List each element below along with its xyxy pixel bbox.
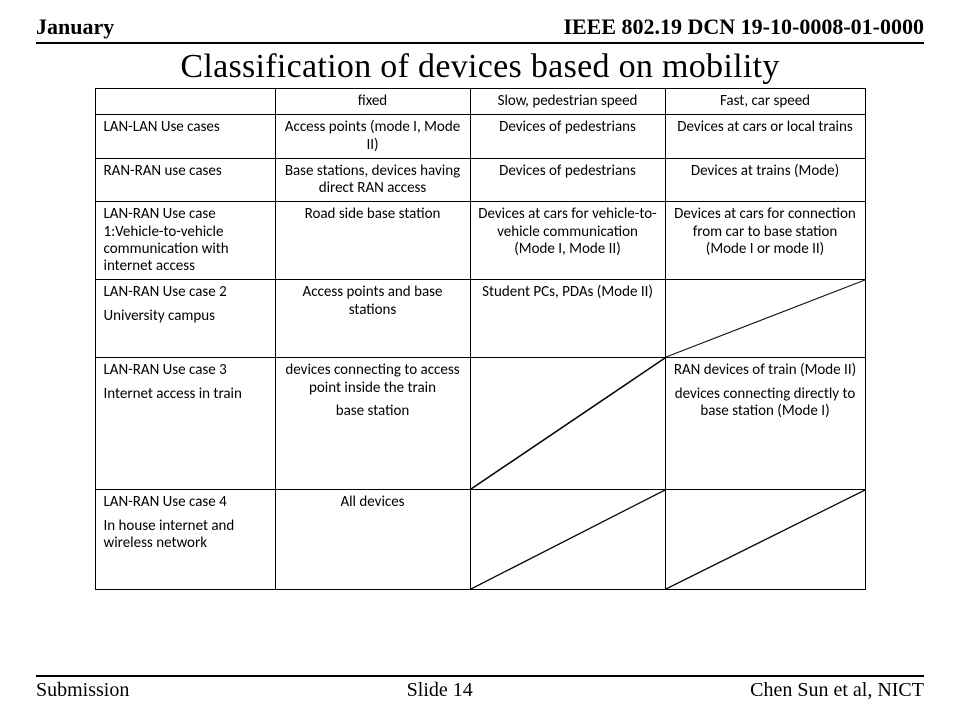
diagonal-slash-icon (471, 358, 665, 489)
table-row: LAN-RAN Use case 3 Internet access in tr… (95, 358, 865, 490)
table-row: RAN-RAN use cases Base stations, devices… (95, 158, 865, 202)
cell: Student PCs, PDAs (Mode II) (470, 280, 665, 358)
classification-table: fixed Slow, pedestrian speed Fast, car s… (95, 88, 866, 590)
footer-right-text: Chen Sun et al, NICT (750, 679, 924, 702)
cell: Devices at cars for connection from car … (665, 202, 865, 280)
header-cell-blank (95, 89, 275, 115)
cell-line2: devices connecting directly to base stat… (672, 386, 859, 421)
row-header-line2: In house internet and wireless network (104, 518, 269, 553)
row-header: LAN-LAN Use cases (95, 115, 275, 159)
row-header-line1: LAN-RAN Use case 4 (104, 494, 269, 511)
diagonal-slash-icon (666, 490, 865, 589)
cell: Road side base station (275, 202, 470, 280)
header-right-text: IEEE 802.19 DCN 19-10-0008-01-0000 (563, 14, 924, 40)
header-cell-slow: Slow, pedestrian speed (470, 89, 665, 115)
footer-center-text: Slide 14 (407, 679, 473, 702)
header-cell-fixed: fixed (275, 89, 470, 115)
table-row: LAN-RAN Use case 2 University campus Acc… (95, 280, 865, 358)
row-header: LAN-RAN Use case 2 University campus (95, 280, 275, 358)
table-row: LAN-RAN Use case 4 In house internet and… (95, 490, 865, 590)
row-header: RAN-RAN use cases (95, 158, 275, 202)
cell-na (470, 490, 665, 590)
cell: All devices (275, 490, 470, 590)
table-header-row: fixed Slow, pedestrian speed Fast, car s… (95, 89, 865, 115)
cell: Devices of pedestrians (470, 115, 665, 159)
table-row: LAN-RAN Use case 1:Vehicle-to-vehicle co… (95, 202, 865, 280)
cell: Access points (mode I, Mode II) (275, 115, 470, 159)
slide: January IEEE 802.19 DCN 19-10-0008-01-00… (0, 0, 960, 720)
cell: Devices of pedestrians (470, 158, 665, 202)
slide-title: Classification of devices based on mobil… (36, 48, 924, 86)
cell: Devices at cars or local trains (665, 115, 865, 159)
footer-left-text: Submission (36, 679, 129, 702)
row-header-line1: LAN-RAN Use case 3 (104, 362, 269, 379)
table-row: LAN-LAN Use cases Access points (mode I,… (95, 115, 865, 159)
row-header-line2: University campus (104, 308, 269, 325)
cell: Devices at cars for vehicle-to-vehicle c… (470, 202, 665, 280)
cell: Access points and base stations (275, 280, 470, 358)
row-header-line1: LAN-RAN Use case 2 (104, 284, 269, 301)
cell-na (470, 358, 665, 490)
cell-line1: RAN devices of train (Mode II) (672, 362, 859, 379)
cell-line2: base station (282, 403, 464, 420)
cell: Devices at trains (Mode) (665, 158, 865, 202)
diagonal-slash-icon (471, 490, 665, 589)
cell-line1: devices connecting to access point insid… (282, 362, 464, 397)
row-header: LAN-RAN Use case 4 In house internet and… (95, 490, 275, 590)
header-cell-fast: Fast, car speed (665, 89, 865, 115)
cell-na (665, 490, 865, 590)
row-header: LAN-RAN Use case 1:Vehicle-to-vehicle co… (95, 202, 275, 280)
row-header: LAN-RAN Use case 3 Internet access in tr… (95, 358, 275, 490)
table-container: fixed Slow, pedestrian speed Fast, car s… (36, 88, 924, 590)
slide-footer: Submission Slide 14 Chen Sun et al, NICT (36, 675, 924, 702)
diagonal-slash-icon (666, 280, 865, 357)
cell-na (665, 280, 865, 358)
cell: RAN devices of train (Mode II) devices c… (665, 358, 865, 490)
header-left-text: January (36, 14, 114, 40)
slide-header: January IEEE 802.19 DCN 19-10-0008-01-00… (36, 14, 924, 44)
cell: devices connecting to access point insid… (275, 358, 470, 490)
row-header-line2: Internet access in train (104, 386, 269, 403)
cell: Base stations, devices having direct RAN… (275, 158, 470, 202)
